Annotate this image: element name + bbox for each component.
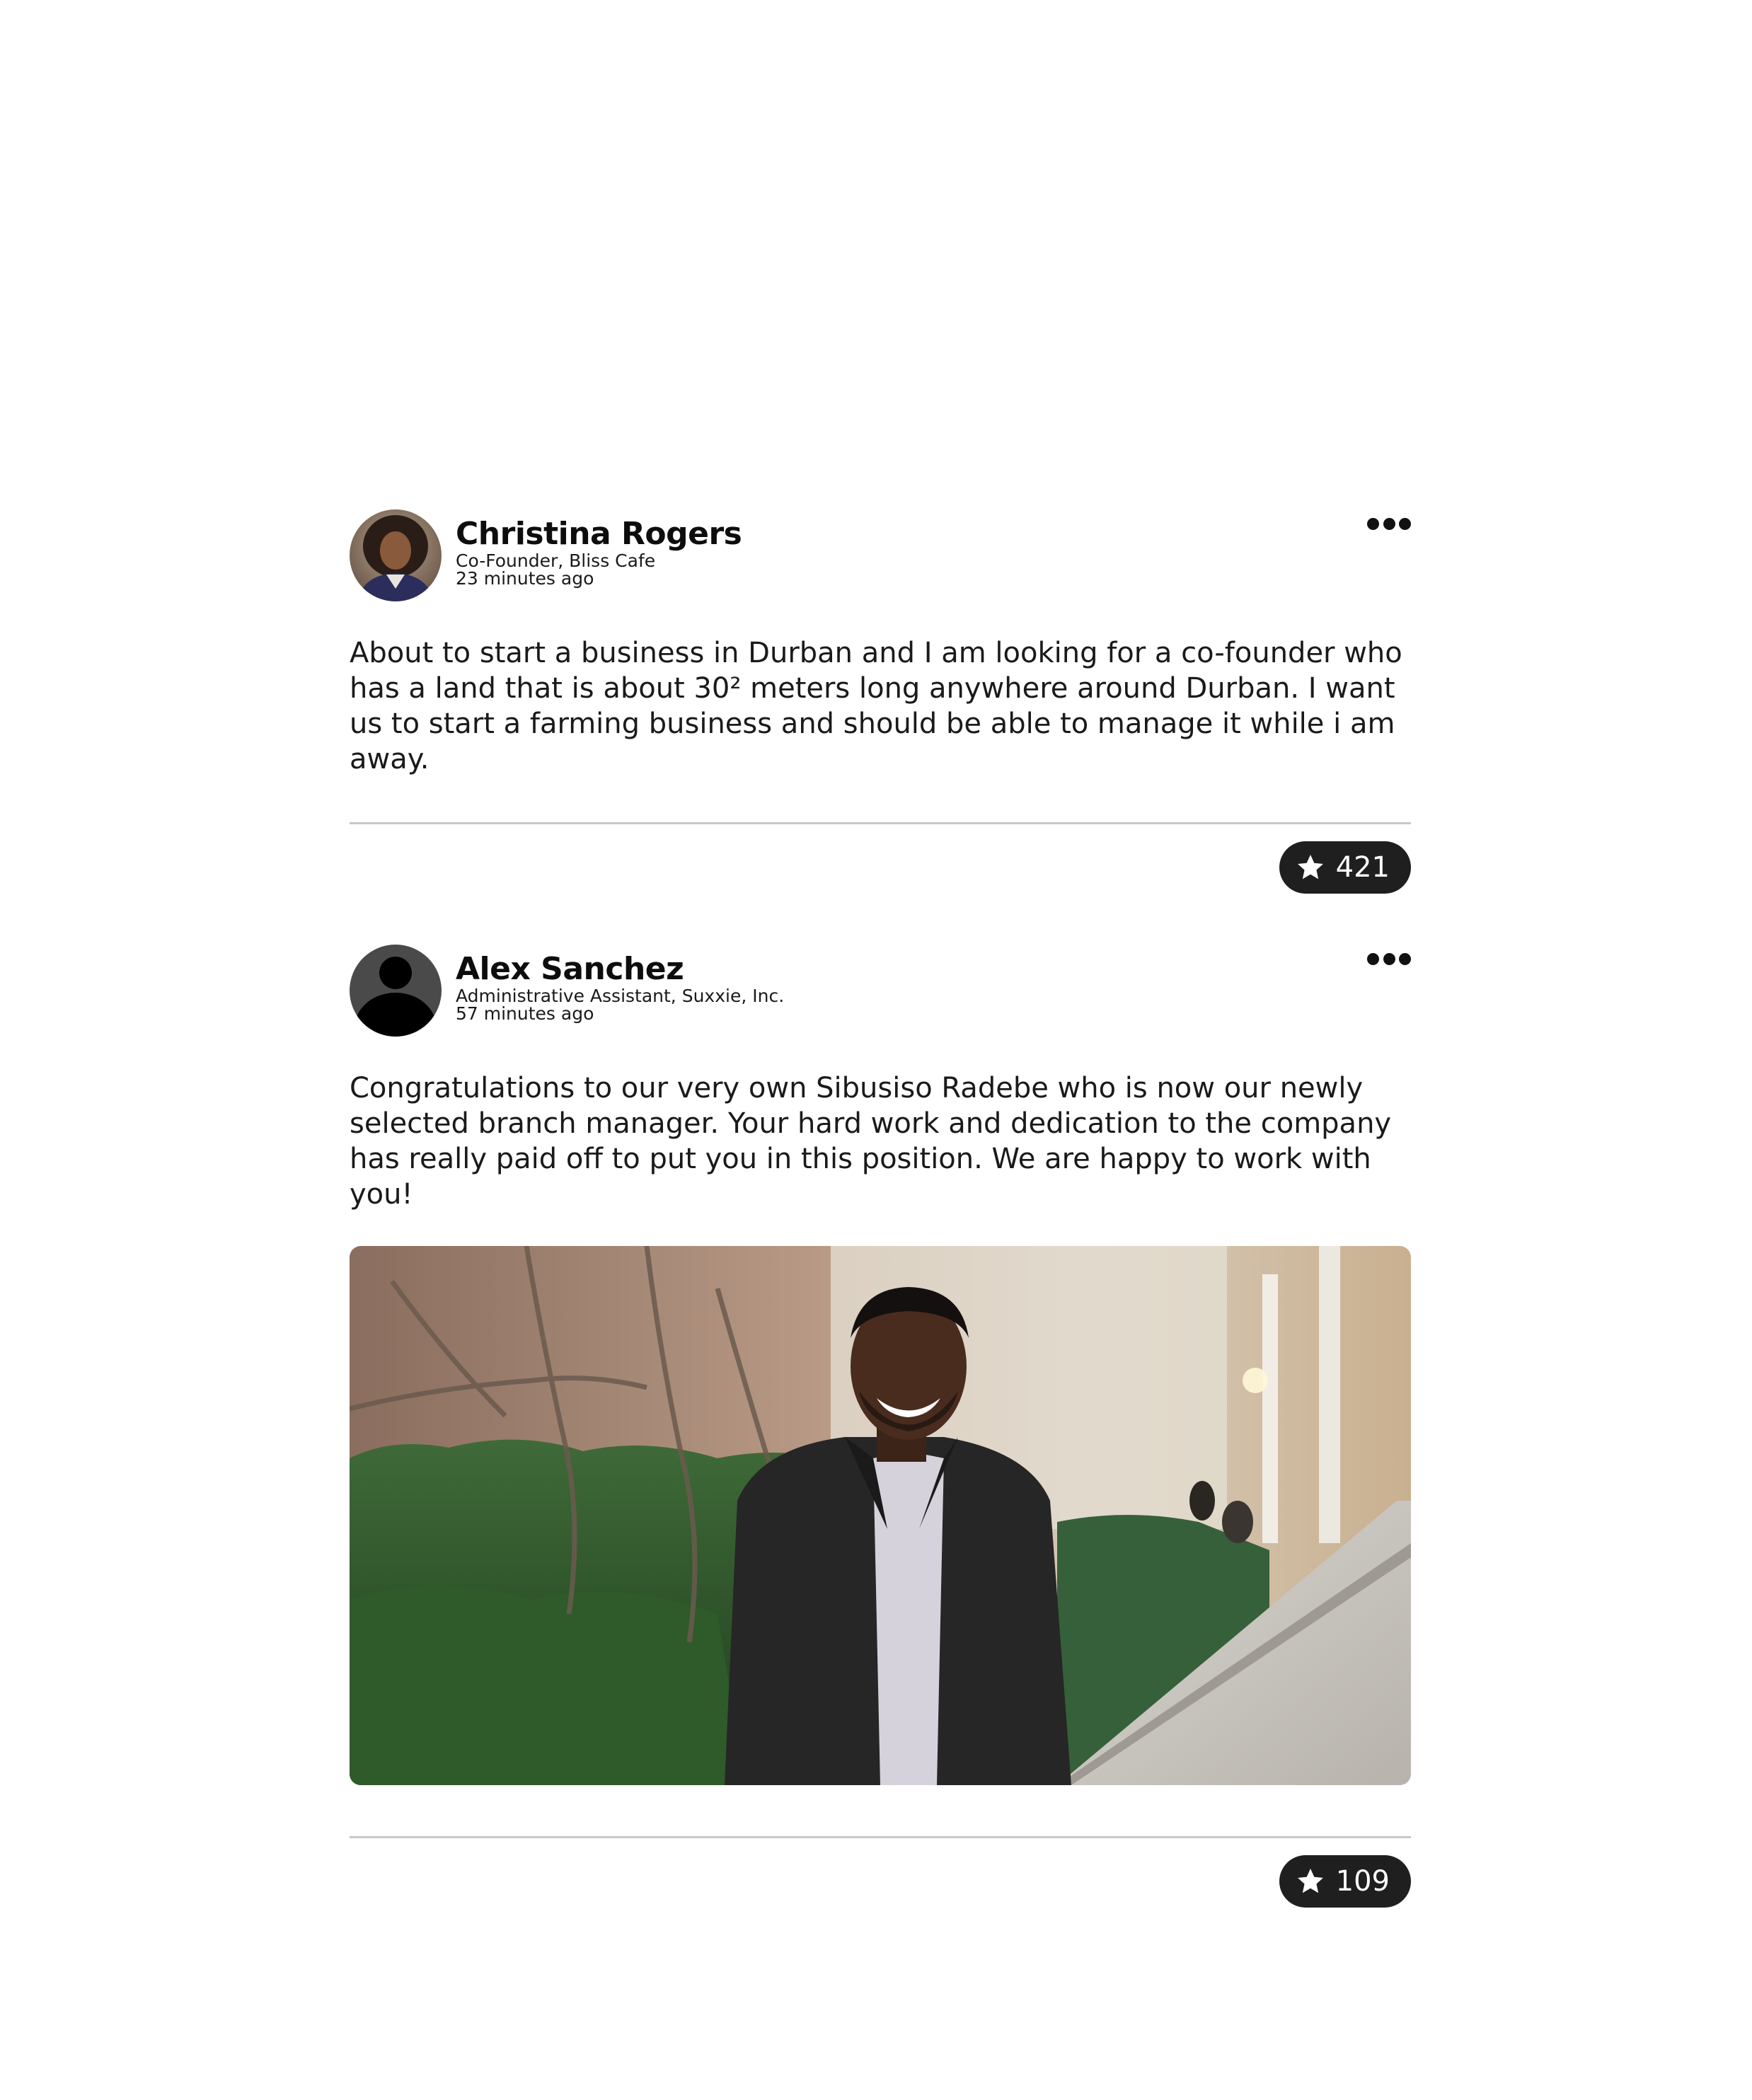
author-info: Alex Sanchez Administrative Assistant, S… <box>456 952 785 1024</box>
star-icon <box>1297 855 1323 879</box>
author-name[interactable]: Christina Rogers <box>456 517 742 552</box>
post-divider <box>350 1836 1411 1838</box>
more-dot <box>1399 517 1411 530</box>
author-title: Co-Founder, Bliss Cafe <box>456 550 656 571</box>
post-footer: 109 <box>350 1855 1411 1908</box>
star-count: 421 <box>1335 851 1390 884</box>
more-dot <box>1383 952 1395 965</box>
star-icon <box>1297 1869 1323 1893</box>
more-dot <box>1399 952 1411 965</box>
post-footer: 421 <box>350 841 1411 894</box>
author-info: Christina Rogers Co-Founder, Bliss Cafe … <box>456 517 742 589</box>
post-timestamp: 23 minutes ago <box>456 568 594 589</box>
default-user-avatar-icon <box>350 945 442 1037</box>
more-horizontal-icon <box>1367 517 1379 530</box>
star-button[interactable]: 109 <box>1279 1855 1411 1908</box>
post-header: Christina Rogers Co-Founder, Bliss Cafe … <box>350 509 1411 601</box>
more-options-button[interactable] <box>1367 950 1411 967</box>
post-card: Christina Rogers Co-Founder, Bliss Cafe … <box>350 509 1411 894</box>
user-photo-avatar-icon <box>350 509 442 601</box>
more-options-button[interactable] <box>1367 515 1411 532</box>
author-avatar[interactable] <box>350 509 442 601</box>
star-count: 109 <box>1335 1865 1390 1898</box>
post-divider <box>350 822 1411 824</box>
post-card: Alex Sanchez Administrative Assistant, S… <box>350 945 1411 1908</box>
more-dot <box>1383 517 1395 530</box>
author-avatar[interactable] <box>350 945 442 1037</box>
author-name[interactable]: Alex Sanchez <box>456 952 784 987</box>
post-photo <box>350 1246 1411 1785</box>
post-body-text: Congratulations to our very own Sibusiso… <box>350 1072 1392 1211</box>
post-timestamp: 57 minutes ago <box>456 1003 594 1024</box>
post-body-text: About to start a business in Durban and … <box>350 637 1402 775</box>
more-horizontal-icon <box>1367 952 1379 965</box>
author-title: Administrative Assistant, Suxxie, Inc. <box>456 986 785 1006</box>
post-header: Alex Sanchez Administrative Assistant, S… <box>350 945 1411 1037</box>
post-image[interactable] <box>350 1246 1411 1785</box>
post-feed: Christina Rogers Co-Founder, Bliss Cafe … <box>350 509 1411 1908</box>
star-button[interactable]: 421 <box>1279 841 1411 894</box>
